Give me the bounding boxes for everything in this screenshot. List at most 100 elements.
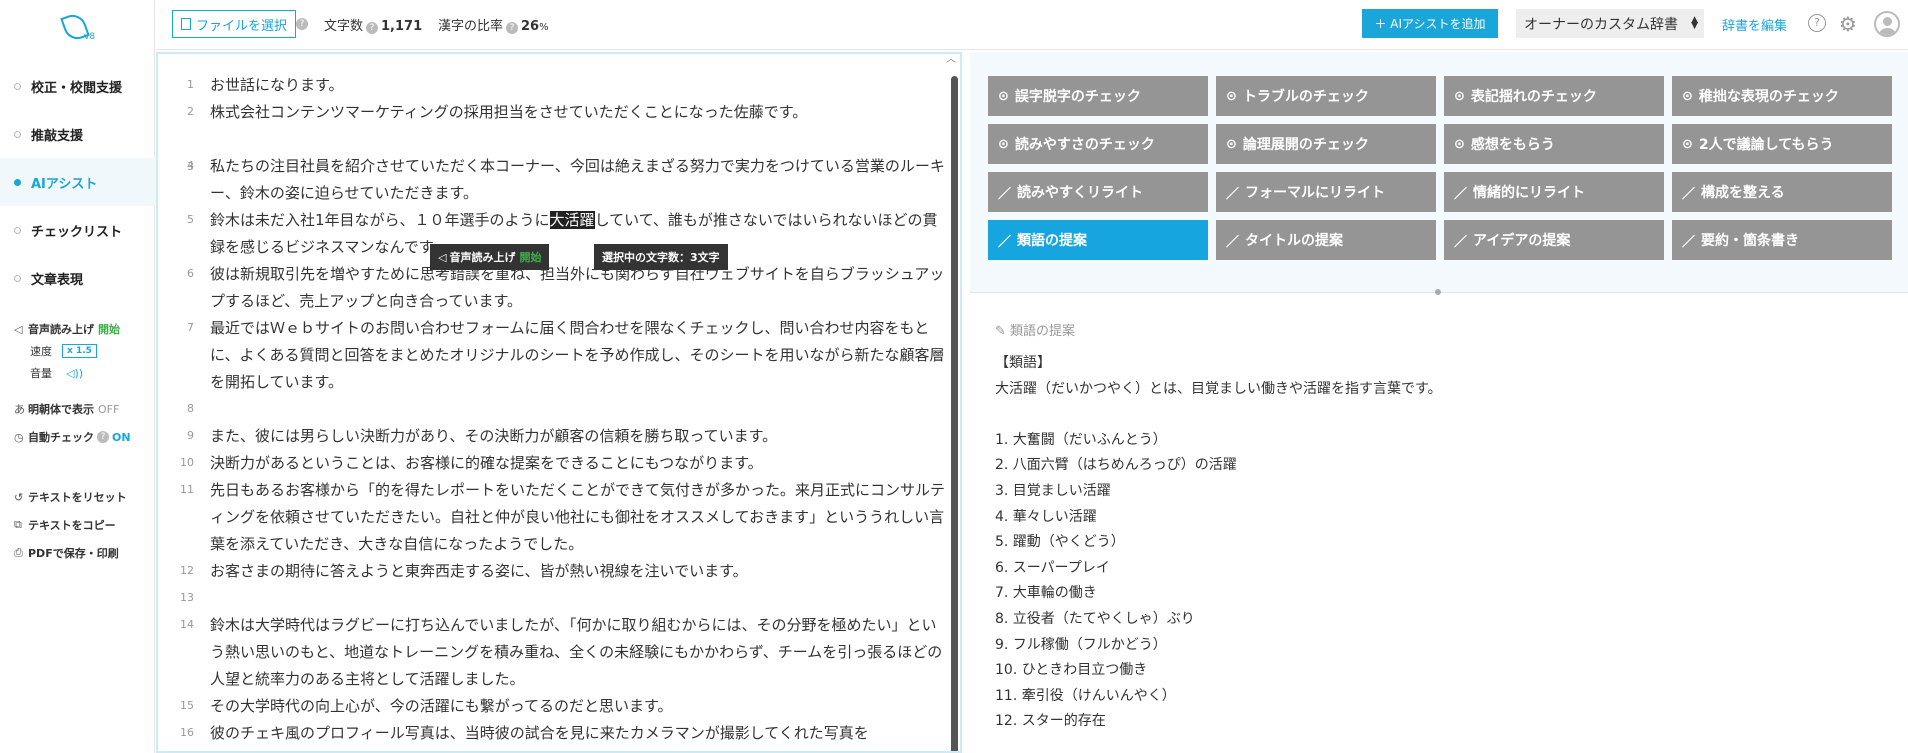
ai-action-button[interactable]: ⊙ 論理展開のチェック bbox=[1216, 124, 1436, 164]
sidebar-item-expression[interactable]: 文章表現 bbox=[0, 254, 155, 302]
char-count-value: 1,171 bbox=[381, 19, 423, 34]
synonym-item: 10. ひときわ目立つ働き bbox=[995, 662, 1148, 679]
text-editor[interactable]: 1 お世話になります。 2 株式会社コンテンツマーケティングの採用担当をさせていただ… bbox=[156, 52, 962, 753]
ai-action-button[interactable]: ⊙ 読みやすさのチェック bbox=[988, 124, 1208, 164]
version-label: v8 bbox=[84, 32, 96, 42]
synonym-item: 6. スーパープレイ bbox=[995, 559, 1110, 576]
result-tag: 【類語】 bbox=[995, 355, 1051, 371]
tts-start-link[interactable]: 開始 bbox=[98, 321, 120, 337]
ai-action-button[interactable]: ／ フォーマルにリライト bbox=[1216, 172, 1436, 212]
help-icon[interactable]: ? bbox=[506, 22, 519, 34]
ai-action-button[interactable]: ／ タイトルの提案 bbox=[1216, 220, 1436, 260]
sidebar-item-proofreading[interactable]: 校正・校閲支援 bbox=[0, 62, 155, 110]
ai-action-button[interactable]: ⊙ 表記揺れのチェック bbox=[1444, 76, 1664, 116]
ai-action-label: 構成を整える bbox=[1701, 185, 1785, 201]
sidebar-item-revision[interactable]: 推敲支援 bbox=[0, 110, 155, 158]
volume-icon[interactable]: ◁)) bbox=[66, 367, 83, 380]
app-root: v8 校正・校閲支援 推敲支援 AIアシスト チェックリスト 文章表現 ◁ 音声読… bbox=[0, 0, 1908, 753]
volume-label: 音量 bbox=[30, 367, 52, 380]
ai-action-button[interactable]: ⊙ 稚拙な表現のチェック bbox=[1672, 76, 1892, 116]
tooltip-tts-start[interactable]: 開始 bbox=[519, 249, 541, 265]
line-number: 13 bbox=[180, 591, 194, 604]
sidebar-item-label: 推敲支援 bbox=[31, 128, 84, 144]
line-text: 彼のチェキ風のプロフィール写真は、当時彼の試合を見に来たカメラマンが撮影してくれ… bbox=[210, 724, 869, 742]
resize-handle[interactable] bbox=[1435, 289, 1441, 295]
line-text: お客さまの期待に答えようと東奔西走する姿に、皆が熱い視線を注いでいます。 bbox=[210, 562, 748, 580]
tts-tooltip[interactable]: ◁ 音声読み上げ 開始 bbox=[430, 244, 550, 270]
line-number: 11 bbox=[180, 483, 194, 496]
ai-assist-panel: ⊙ 誤字脱字のチェック ⊙ トラブルのチェック ⊙ 表記揺れのチェック ⊙ 稚拙な表現のチェッ… bbox=[970, 52, 1908, 292]
help-icon[interactable]: ? bbox=[97, 431, 109, 443]
ai-action-button[interactable]: ⊙ 2人で議論してもらう bbox=[1672, 124, 1892, 164]
speaker-icon: ◁ bbox=[14, 322, 23, 336]
gear-icon[interactable]: ⚙ bbox=[1839, 12, 1857, 36]
tooltip-tts-label: 音声読み上げ bbox=[449, 251, 516, 264]
ai-action-button[interactable]: ／ 構成を整える bbox=[1672, 172, 1892, 212]
sidebar-item-label: 校正・校閲支援 bbox=[31, 80, 123, 96]
file-select-button[interactable]: ファイルを選択 bbox=[172, 10, 297, 38]
reset-text-button[interactable]: ↺ テキストをリセット bbox=[14, 483, 127, 511]
mincho-toggle[interactable]: あ明朝体で表示 OFF bbox=[14, 398, 131, 420]
file-icon bbox=[181, 18, 191, 30]
ai-action-label: 誤字脱字のチェック bbox=[1014, 89, 1141, 105]
sidebar-item-ai-assist[interactable]: AIアシスト bbox=[0, 158, 155, 206]
ai-action-button[interactable]: ／ 要約・箇条書き bbox=[1672, 220, 1892, 260]
sidebar-item-label: チェックリスト bbox=[31, 224, 123, 240]
volume-row: 音量 ◁)) bbox=[14, 362, 120, 384]
synonym-item: 3. 目覚ましい活躍 bbox=[995, 482, 1111, 499]
file-select-label: ファイルを選択 bbox=[196, 18, 288, 34]
pen-icon: ／ bbox=[1682, 234, 1696, 250]
ai-action-button[interactable]: ／ 類語の提案 bbox=[988, 220, 1208, 260]
tts-row[interactable]: ◁ 音声読み上げ 開始 bbox=[14, 318, 120, 340]
app-logo[interactable]: v8 bbox=[60, 10, 100, 46]
ai-action-button[interactable]: ／ アイデアの提案 bbox=[1444, 220, 1664, 260]
copy-label: テキストをコピー bbox=[28, 519, 116, 532]
autocheck-toggle[interactable]: ◷ 自動チェック? ON bbox=[14, 426, 131, 448]
speed-row: 速度 x 1.5 bbox=[14, 340, 120, 362]
edit-dictionary-link[interactable]: 辞書を編集 bbox=[1722, 15, 1787, 34]
ai-result-panel: ✎ 類語の提案 【類語】 大活躍（だいかつやく）とは、目覚ましい働きや活躍を指す… bbox=[995, 320, 1875, 735]
tts-block: ◁ 音声読み上げ 開始 速度 x 1.5 音量 ◁)) bbox=[14, 318, 120, 384]
clock-icon: ◷ bbox=[14, 430, 24, 444]
user-avatar-icon[interactable] bbox=[1874, 11, 1900, 37]
text-actions: ↺ テキストをリセット ⧉ テキストをコピー ⎙ PDFで保存・印刷 bbox=[14, 483, 127, 567]
help-icon[interactable]: ? bbox=[366, 22, 379, 34]
autocheck-label: 自動チェック bbox=[28, 431, 94, 444]
pen-icon: ／ bbox=[1682, 186, 1696, 202]
line-number: 8 bbox=[187, 402, 194, 415]
speaker-icon: ◁ bbox=[438, 250, 447, 264]
ai-action-label: 要約・箇条書き bbox=[1701, 233, 1800, 249]
ai-action-button[interactable]: ／ 読みやすくリライト bbox=[988, 172, 1208, 212]
check-circle-icon: ⊙ bbox=[1454, 136, 1465, 152]
dictionary-select[interactable]: オーナーのカスタム辞書 ▲ ▼ bbox=[1516, 9, 1704, 38]
copy-text-button[interactable]: ⧉ テキストをコピー bbox=[14, 511, 127, 539]
ai-action-button[interactable]: ⊙ 感想をもらう bbox=[1444, 124, 1664, 164]
kanji-ratio-value: 26 bbox=[521, 19, 540, 34]
pen-icon: ／ bbox=[1454, 234, 1468, 250]
scrollbar-thumb[interactable] bbox=[951, 76, 958, 751]
ai-action-button[interactable]: ／ 情緒的にリライト bbox=[1444, 172, 1664, 212]
line-number: 5 bbox=[187, 213, 194, 226]
ai-action-button[interactable]: ⊙ トラブルのチェック bbox=[1216, 76, 1436, 116]
pdf-print-button[interactable]: ⎙ PDFで保存・印刷 bbox=[14, 539, 127, 567]
add-ai-assist-button[interactable]: ＋ AIアシストを追加 bbox=[1362, 9, 1498, 38]
synonym-item: 2. 八面六臂（はちめんろっぴ）の活躍 bbox=[995, 457, 1237, 474]
help-icon[interactable]: ? bbox=[1808, 14, 1826, 32]
bullet-icon bbox=[14, 130, 21, 138]
line-number: 2 bbox=[187, 105, 194, 118]
line-number: 9 bbox=[187, 429, 194, 442]
editor-scrollbar[interactable] bbox=[950, 62, 958, 751]
line-text: 最近ではＷｅｂサイトのお問い合わせフォームに届く問合わせを隈なくチェックし、問い… bbox=[210, 319, 945, 391]
line-text: 先日もあるお客様から「的を得たレポートをいただくことができて気付きが多かった。来… bbox=[210, 481, 946, 553]
line-number: 16 bbox=[180, 726, 194, 739]
line-number: 6 bbox=[187, 267, 194, 280]
sidebar-item-checklist[interactable]: チェックリスト bbox=[0, 206, 155, 254]
speed-button[interactable]: x 1.5 bbox=[62, 344, 97, 358]
ai-action-label: トラブルのチェック bbox=[1242, 89, 1369, 105]
ai-action-button[interactable]: ⊙ 誤字脱字のチェック bbox=[988, 76, 1208, 116]
dictionary-value: オーナーのカスタム辞書 bbox=[1524, 16, 1678, 33]
help-icon[interactable]: ? bbox=[296, 18, 308, 30]
reset-label: テキストをリセット bbox=[28, 491, 127, 504]
line-number: 10 bbox=[180, 456, 194, 469]
